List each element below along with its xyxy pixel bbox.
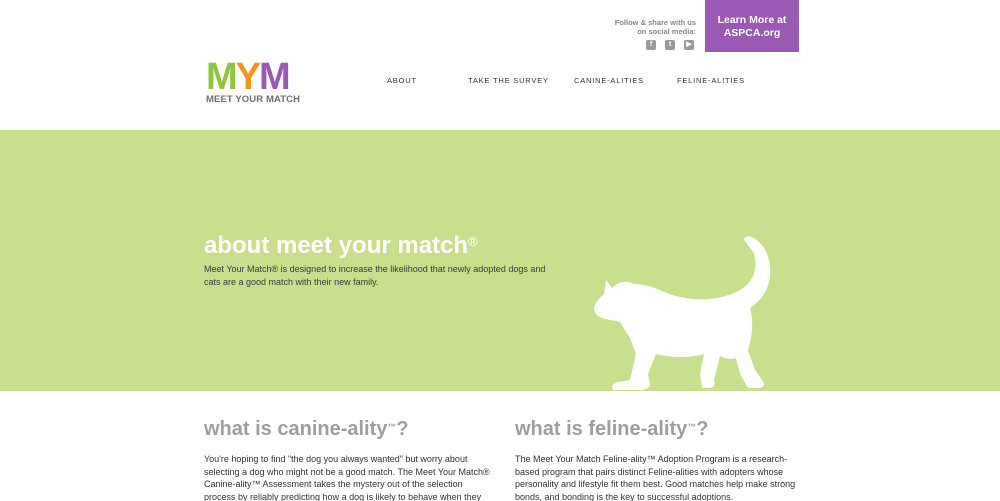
twitter-icon[interactable]: t	[665, 40, 675, 50]
learn-more-aspca-button[interactable]: Learn More at ASPCA.org	[705, 0, 799, 52]
canine-ality-text: You're hoping to find "the dog you alway…	[204, 454, 490, 501]
feline-ality-heading: what is feline-ality™?	[515, 418, 805, 441]
cta-line-2: ASPCA.org	[723, 27, 781, 39]
feline-ality-text: The Meet Your Match Feline-ality™ Adopti…	[515, 454, 796, 501]
canine-ality-section: what is canine-ality™? You're hoping to …	[204, 418, 494, 501]
hero-title: about meet your match®	[204, 232, 478, 260]
cat-silhouette-icon	[594, 236, 771, 390]
trademark-mark: ™	[687, 422, 697, 432]
cta-line-1: Learn More at	[717, 14, 787, 26]
nav-take-the-survey[interactable]: TAKE THE SURVEY	[468, 76, 549, 85]
trademark-mark: ™	[387, 422, 397, 432]
registered-mark: ®	[468, 234, 478, 249]
nav-about[interactable]: ABOUT	[387, 76, 417, 85]
nav-feline-alities[interactable]: FELINE-ALITIES	[677, 76, 745, 85]
hero-title-text: about meet your match	[204, 232, 469, 259]
logo-tagline: MEET YOUR MATCH	[206, 94, 301, 105]
feline-ality-section: what is feline-ality™? The Meet Your Mat…	[515, 418, 805, 501]
hero-description: Meet Your Match® is designed to increase…	[204, 264, 546, 287]
social-follow-text: Follow & share with us on social media:	[614, 18, 696, 36]
feline-ality-heading-text: what is feline-ality	[515, 418, 688, 440]
canine-ality-heading-text: what is canine-ality	[204, 418, 388, 440]
canine-ality-heading: what is canine-ality™?	[204, 418, 494, 441]
nav-canine-alities[interactable]: CANINE-ALITIES	[574, 76, 644, 85]
heading-question-mark: ?	[396, 418, 409, 440]
youtube-icon[interactable]: ▶	[684, 40, 694, 50]
heading-question-mark: ?	[696, 418, 709, 440]
facebook-icon[interactable]: f	[646, 40, 656, 50]
social-icons: f t ▶	[646, 40, 694, 50]
site-header: M Y M MEET YOUR MATCH Follow & share wit…	[0, 0, 1000, 130]
hero-banner: about meet your match® Meet Your Match® …	[0, 130, 1000, 391]
main-nav: ABOUT TAKE THE SURVEY CANINE-ALITIES FEL…	[0, 76, 1000, 86]
